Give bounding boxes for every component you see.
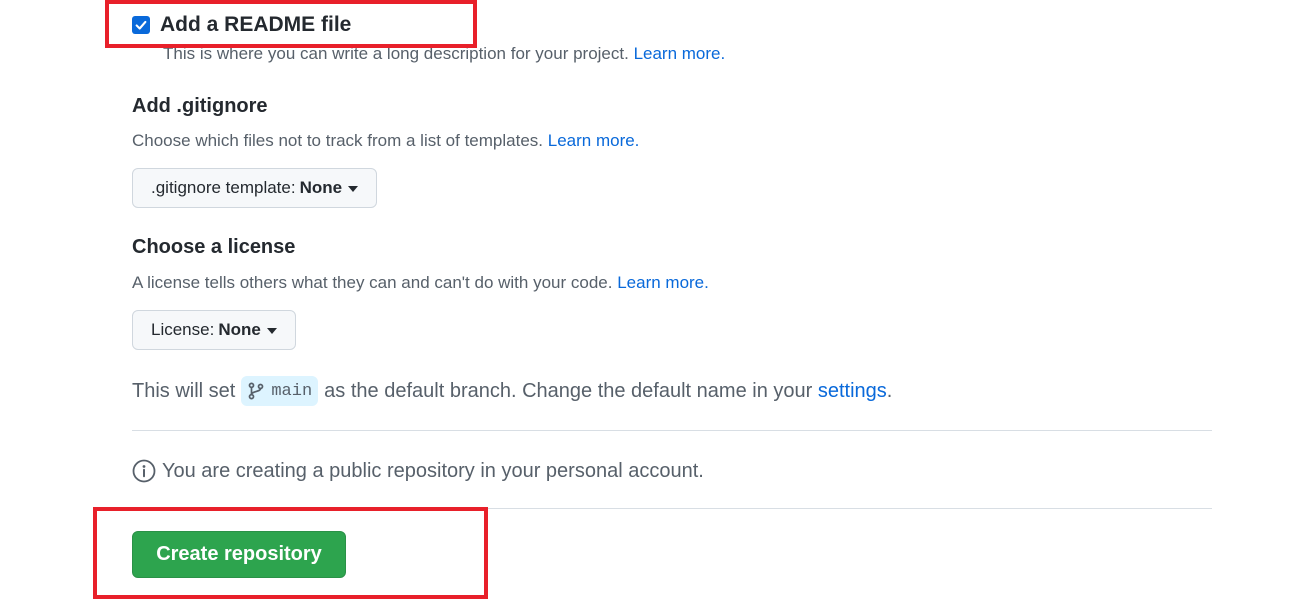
branch-pill: main xyxy=(241,376,319,406)
branch-end-text: . xyxy=(886,379,893,402)
gitignore-template-dropdown[interactable]: .gitignore template: None xyxy=(132,168,378,208)
license-title: Choose a license xyxy=(132,236,296,258)
readme-learn-more-link[interactable]: Learn more. xyxy=(634,44,726,63)
create-button-highlight-box xyxy=(93,507,488,599)
gitignore-description: Choose which files not to track from a l… xyxy=(132,131,639,151)
gitignore-dropdown-label: .gitignore template: xyxy=(151,178,296,197)
license-description: A license tells others what they can and… xyxy=(132,273,709,293)
gitignore-description-text: Choose which files not to track from a l… xyxy=(132,131,544,150)
settings-link[interactable]: settings xyxy=(818,380,887,403)
branch-suffix-text: as the default branch. Change the defaul… xyxy=(324,379,813,402)
license-dropdown-value: None xyxy=(218,320,261,339)
license-description-text: A license tells others what they can and… xyxy=(132,273,613,292)
gitignore-title: Add .gitignore xyxy=(132,95,268,117)
public-repo-notice: You are creating a public repository in … xyxy=(132,456,704,486)
license-dropdown-label: License: xyxy=(151,320,215,339)
triangle-down-icon xyxy=(266,328,277,334)
default-branch-notice: This will set main as the default branch… xyxy=(132,374,892,408)
gitignore-learn-more-link[interactable]: Learn more. xyxy=(548,131,640,150)
readme-highlight-box xyxy=(105,0,477,48)
info-icon xyxy=(132,459,156,483)
branch-name: main xyxy=(271,381,313,401)
license-dropdown[interactable]: License: None xyxy=(132,310,296,350)
notice-text: You are creating a public repository in … xyxy=(162,459,704,482)
triangle-down-icon xyxy=(348,186,359,192)
divider xyxy=(132,430,1212,431)
git-branch-icon xyxy=(248,382,264,400)
license-learn-more-link[interactable]: Learn more. xyxy=(617,273,709,292)
branch-prefix-text: This will set xyxy=(132,379,236,402)
gitignore-dropdown-value: None xyxy=(299,178,343,197)
